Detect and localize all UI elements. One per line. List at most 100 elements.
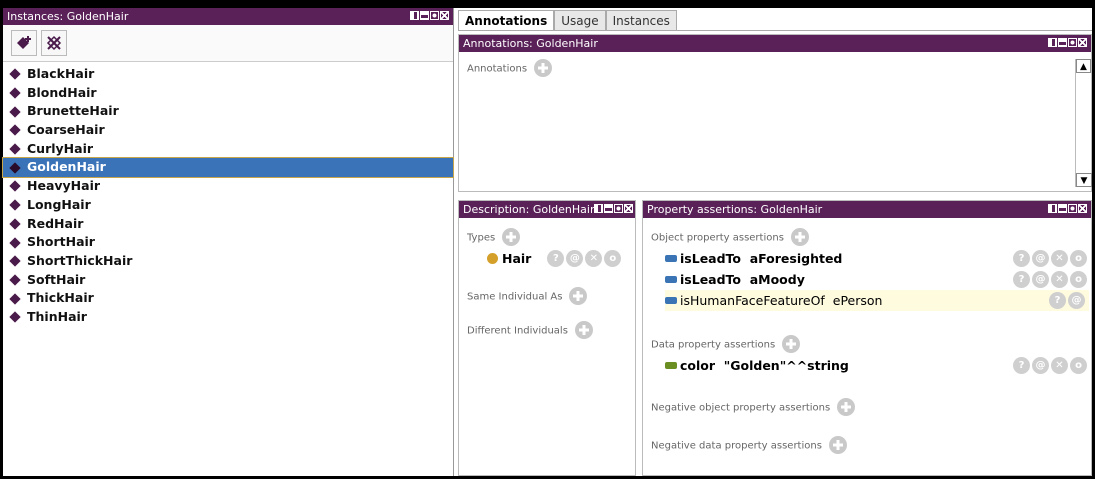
- window-controls[interactable]: [1048, 204, 1087, 213]
- explain-icon[interactable]: ?: [1013, 357, 1030, 374]
- description-title: Description: GoldenHair: [463, 203, 595, 216]
- tab-instances[interactable]: Instances: [605, 10, 677, 30]
- object-assertion-row[interactable]: isLeadTo aMoody ? @ ✕ o: [665, 269, 1091, 290]
- same-individual-label: Same Individual As: [467, 291, 563, 303]
- delete-icon[interactable]: ✕: [1051, 357, 1068, 374]
- negative-data-property-label: Negative data property assertions: [651, 440, 822, 452]
- list-item[interactable]: BlondHair: [3, 84, 453, 103]
- window-controls[interactable]: [410, 11, 449, 20]
- individual-icon: [9, 180, 21, 193]
- add-different-individual-button[interactable]: [574, 321, 593, 339]
- list-item[interactable]: ThickHair: [3, 289, 453, 308]
- restore-icon[interactable]: [1058, 204, 1067, 213]
- list-item[interactable]: RedHair: [3, 215, 453, 234]
- explain-icon[interactable]: ?: [1013, 271, 1030, 288]
- edit-icon[interactable]: o: [1070, 357, 1087, 374]
- individual-icon: [9, 311, 21, 323]
- split-icon[interactable]: [1048, 38, 1057, 47]
- add-negative-object-property-button[interactable]: [837, 398, 856, 416]
- annotations-panel: Annotations: GoldenHair Annotations ▲ ▼: [458, 34, 1092, 192]
- close-icon[interactable]: [440, 11, 449, 20]
- split-icon[interactable]: [410, 11, 419, 20]
- annotate-icon[interactable]: @: [1032, 250, 1049, 267]
- window-controls[interactable]: [594, 204, 633, 213]
- scroll-up-arrow[interactable]: ▲: [1076, 59, 1091, 73]
- list-item[interactable]: CurlyHair: [3, 140, 453, 159]
- split-icon[interactable]: [594, 204, 603, 213]
- add-negative-data-property-button[interactable]: [828, 436, 847, 454]
- instances-toolbar: [3, 25, 453, 62]
- explain-icon[interactable]: ?: [1013, 250, 1030, 267]
- individual-icon: [9, 87, 21, 99]
- add-same-individual-button[interactable]: [569, 287, 588, 305]
- explain-icon[interactable]: ?: [547, 250, 565, 267]
- close-icon[interactable]: [624, 204, 633, 213]
- object-property-icon: [665, 255, 677, 262]
- tab-usage[interactable]: Usage: [554, 10, 606, 30]
- annotate-icon[interactable]: @: [1068, 292, 1085, 309]
- annotate-icon[interactable]: @: [566, 250, 584, 267]
- individual-icon: [9, 143, 21, 155]
- list-item[interactable]: ShortHair: [3, 233, 453, 252]
- types-label: Types: [467, 232, 496, 244]
- explain-icon[interactable]: ?: [1049, 292, 1066, 309]
- data-property-label: Data property assertions: [651, 339, 776, 351]
- window-controls[interactable]: [1048, 38, 1087, 47]
- list-item[interactable]: LongHair: [3, 196, 453, 215]
- pin-icon[interactable]: [614, 204, 623, 213]
- add-data-property-button[interactable]: [782, 335, 801, 353]
- individual-icon: [9, 106, 21, 118]
- object-assertion-row[interactable]: isHumanFaceFeatureOf ePerson ? @: [665, 290, 1089, 311]
- close-icon[interactable]: [1078, 204, 1087, 213]
- edit-icon[interactable]: o: [604, 250, 622, 267]
- split-icon[interactable]: [1048, 204, 1057, 213]
- list-item[interactable]: SoftHair: [3, 271, 453, 290]
- different-individuals-label: Different Individuals: [467, 325, 568, 337]
- add-object-property-button[interactable]: [790, 228, 809, 246]
- add-individual-button[interactable]: [11, 30, 37, 56]
- individuals-list: BlackHair BlondHair BrunetteHair CoarseH…: [2, 62, 454, 327]
- add-annotation-button[interactable]: [533, 59, 552, 77]
- annotate-icon[interactable]: @: [1032, 357, 1049, 374]
- annotations-scrollbar[interactable]: ▲ ▼: [1075, 59, 1092, 187]
- individual-icon: [9, 274, 21, 286]
- restore-icon[interactable]: [604, 204, 613, 213]
- add-type-button[interactable]: [502, 228, 521, 246]
- pin-icon[interactable]: [430, 11, 439, 20]
- list-item[interactable]: ShortThickHair: [3, 252, 453, 271]
- pin-icon[interactable]: [1068, 38, 1077, 47]
- restore-icon[interactable]: [420, 11, 429, 20]
- delete-icon[interactable]: ✕: [1051, 271, 1068, 288]
- delete-individual-button[interactable]: [41, 30, 67, 56]
- list-item-selected[interactable]: GoldenHair: [2, 157, 454, 179]
- annotate-icon[interactable]: @: [1032, 271, 1049, 288]
- edit-icon[interactable]: o: [1070, 250, 1087, 267]
- delete-icon[interactable]: ✕: [585, 250, 603, 267]
- data-assertion-row[interactable]: color "Golden"^^string ? @ ✕ o: [665, 355, 1091, 376]
- scroll-down-arrow[interactable]: ▼: [1076, 173, 1092, 187]
- tab-strip: Annotations Usage Instances: [458, 10, 1092, 31]
- list-item[interactable]: BrunetteHair: [3, 102, 453, 121]
- list-item[interactable]: CoarseHair: [3, 121, 453, 140]
- object-assertion-row[interactable]: isLeadTo aForesighted ? @ ✕ o: [665, 248, 1091, 269]
- edit-icon[interactable]: o: [1070, 271, 1087, 288]
- individual-icon: [9, 236, 21, 249]
- property-assertions-title: Property assertions: GoldenHair: [647, 203, 823, 216]
- description-title-bar: Description: GoldenHair: [459, 201, 635, 218]
- property-assertions-title-bar: Property assertions: GoldenHair: [643, 201, 1091, 218]
- instances-panel: Instances: GoldenHair BlackHair BlondHai: [2, 8, 454, 476]
- object-property-label: Object property assertions: [651, 232, 784, 244]
- list-item[interactable]: ThinHair: [3, 308, 453, 327]
- tab-annotations[interactable]: Annotations: [458, 10, 555, 30]
- close-icon[interactable]: [1078, 38, 1087, 47]
- list-item[interactable]: HeavyHair: [3, 177, 453, 196]
- type-value: Hair: [502, 251, 532, 266]
- pin-icon[interactable]: [1068, 204, 1077, 213]
- list-item[interactable]: BlackHair: [3, 65, 453, 84]
- type-row[interactable]: Hair ? @ ✕ o: [459, 246, 635, 269]
- annotations-title: Annotations: GoldenHair: [463, 37, 598, 50]
- object-property-icon: [665, 297, 677, 304]
- delete-icon[interactable]: ✕: [1051, 250, 1068, 267]
- individual-icon: [9, 292, 21, 305]
- restore-icon[interactable]: [1058, 38, 1067, 47]
